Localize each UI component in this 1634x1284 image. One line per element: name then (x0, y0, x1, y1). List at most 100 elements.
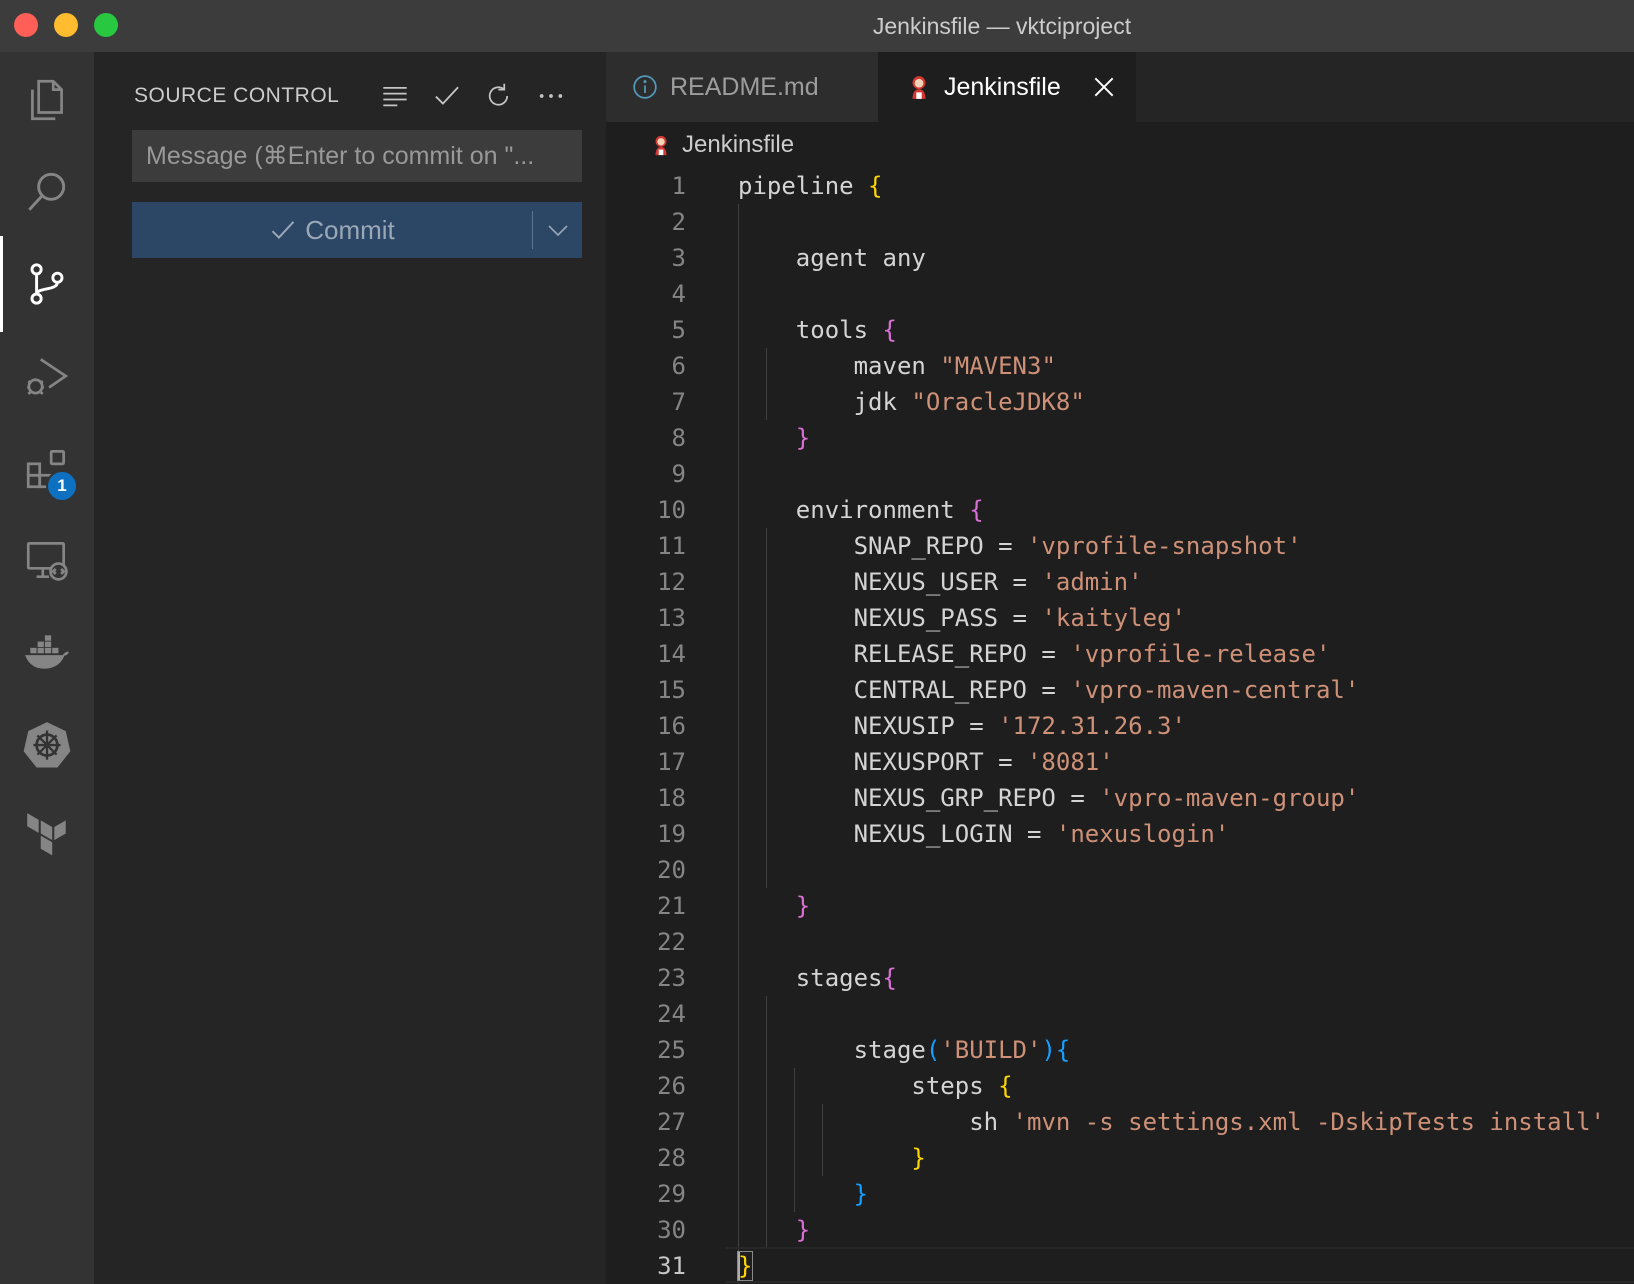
code-line[interactable]: 28 } (606, 1140, 1634, 1176)
code-editor[interactable]: 1 pipeline {2 3 agent any 4 5 tools {6 maven… (606, 168, 1634, 1284)
code-token: } (795, 424, 811, 452)
activity-bar: 1 (0, 52, 94, 1284)
tab-jenkinsfile[interactable]: Jenkinsfile (878, 52, 1136, 122)
run-debug-icon[interactable] (0, 328, 94, 424)
code-line[interactable]: 24 (606, 996, 1634, 1032)
code-line[interactable]: 7 jdk "OracleJDK8" (606, 384, 1634, 420)
code-line[interactable]: 25 stage('BUILD'){ (606, 1032, 1634, 1068)
line-number: 4 (671, 280, 686, 308)
line-number: 3 (671, 244, 686, 272)
line-number: 27 (657, 1108, 686, 1136)
code-line[interactable]: 15 CENTRAL_REPO = 'vpro-maven-central' (606, 672, 1634, 708)
code-token: RELEASE_REPO = (738, 640, 1071, 668)
code-token: { (1055, 1036, 1071, 1064)
line-text: agent any (738, 240, 926, 276)
commit-label: Commit (305, 214, 395, 245)
code-token: stage (738, 1036, 926, 1064)
line-number: 9 (671, 460, 686, 488)
title-bar: Jenkinsfile — vktciproject (0, 0, 1634, 52)
code-line[interactable]: 30 } (606, 1212, 1634, 1248)
refresh-icon[interactable] (480, 77, 518, 115)
code-line[interactable]: 19 NEXUS_LOGIN = 'nexuslogin' (606, 816, 1634, 852)
code-line[interactable]: 9 (606, 456, 1634, 492)
line-number: 12 (657, 568, 686, 596)
line-number: 1 (671, 172, 686, 200)
code-token: maven (738, 352, 941, 380)
code-token: 'vpro-maven-central' (1070, 676, 1360, 704)
code-line[interactable]: 14 RELEASE_REPO = 'vprofile-release' (606, 636, 1634, 672)
tab-readme[interactable]: README.md (606, 52, 878, 122)
docker-icon[interactable] (0, 604, 94, 700)
extensions-icon[interactable]: 1 (0, 420, 94, 516)
source-control-icon[interactable] (0, 236, 94, 332)
code-line[interactable]: 22 (606, 924, 1634, 960)
jenkins-icon (655, 135, 667, 156)
code-line[interactable]: 16 NEXUSIP = '172.31.26.3' (606, 708, 1634, 744)
code-token: 'mvn -s settings.xml -DskipTests install… (1012, 1108, 1605, 1136)
code-line[interactable]: 8 } (606, 420, 1634, 456)
code-line[interactable]: 20 (606, 852, 1634, 888)
line-number: 21 (657, 892, 686, 920)
explorer-icon[interactable] (0, 52, 94, 148)
more-actions-icon[interactable] (532, 77, 570, 115)
line-text: NEXUS_LOGIN = 'nexuslogin' (738, 816, 1230, 852)
code-line[interactable]: 5 tools { (606, 312, 1634, 348)
commit-button[interactable]: Commit (132, 202, 532, 258)
code-token: 'nexuslogin' (1055, 820, 1230, 848)
line-text: } (738, 888, 810, 924)
code-line[interactable]: 2 (606, 204, 1634, 240)
code-token: sh (738, 1108, 1013, 1136)
code-line[interactable]: 31} (606, 1247, 1634, 1284)
code-line[interactable]: 10 environment { (606, 492, 1634, 528)
code-line[interactable]: 6 maven "MAVEN3" (606, 348, 1634, 384)
line-number: 22 (657, 928, 686, 956)
commit-dropdown-button[interactable] (533, 202, 582, 258)
code-line[interactable]: 26 steps { (606, 1068, 1634, 1104)
code-token: 'BUILD' (940, 1036, 1042, 1064)
code-token: "OracleJDK8" (911, 388, 1085, 416)
code-token: } (911, 1144, 926, 1172)
code-line[interactable]: 23 stages{ (606, 960, 1634, 996)
terraform-icon[interactable] (0, 788, 94, 884)
line-text: NEXUSPORT = '8081' (738, 744, 1114, 780)
code-line[interactable]: 11 SNAP_REPO = 'vprofile-snapshot' (606, 528, 1634, 564)
code-token: } (736, 1251, 754, 1281)
code-line[interactable]: 21 } (606, 888, 1634, 924)
code-token: SNAP_REPO = (738, 532, 1027, 560)
code-token: } (795, 1216, 811, 1244)
code-line[interactable]: 3 agent any (606, 240, 1634, 276)
code-line[interactable]: 27 sh 'mvn -s settings.xml -DskipTests i… (606, 1104, 1634, 1140)
code-line[interactable]: 1 pipeline { (606, 168, 1634, 204)
code-line[interactable]: 17 NEXUSPORT = '8081' (606, 744, 1634, 780)
line-number: 8 (671, 424, 686, 452)
commit-check-icon[interactable] (428, 77, 466, 115)
code-line[interactable]: 18 NEXUS_GRP_REPO = 'vpro-maven-group' (606, 780, 1634, 816)
line-number: 16 (657, 712, 686, 740)
code-token: { (882, 316, 897, 344)
kubernetes-icon[interactable] (0, 696, 94, 792)
search-icon[interactable] (0, 144, 94, 240)
line-number: 10 (657, 496, 686, 524)
line-number: 31 (657, 1252, 686, 1280)
close-tab-icon[interactable] (1091, 74, 1117, 100)
line-number: 11 (657, 532, 686, 560)
code-token: { (882, 964, 897, 992)
view-as-list-icon[interactable] (376, 77, 414, 115)
code-token: tools (738, 316, 883, 344)
code-line[interactable]: 13 NEXUS_PASS = 'kaityleg' (606, 600, 1634, 636)
code-line[interactable]: 12 NEXUS_USER = 'admin' (606, 564, 1634, 600)
code-token: NEXUS_USER = (738, 568, 1042, 596)
commit-message-input[interactable]: Message (⌘Enter to commit on "... (132, 130, 582, 182)
code-line[interactable]: 29 } (606, 1176, 1634, 1212)
code-line[interactable]: 4 (606, 276, 1634, 312)
breadcrumb[interactable]: Jenkinsfile (650, 122, 794, 168)
line-text: CENTRAL_REPO = 'vpro-maven-central' (738, 672, 1360, 708)
tab-label: Jenkinsfile (944, 72, 1061, 101)
line-number: 6 (671, 352, 686, 380)
code-token: agent any (738, 244, 926, 272)
info-icon (633, 75, 657, 99)
remote-explorer-icon[interactable] (0, 512, 94, 608)
